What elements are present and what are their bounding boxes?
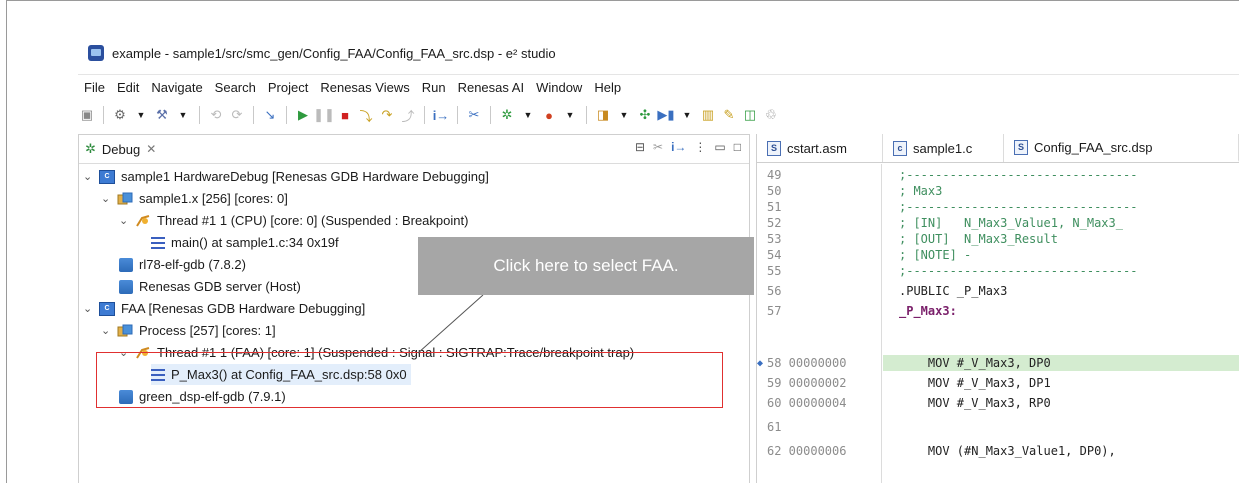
callout-annotation: Click here to select FAA. bbox=[418, 237, 754, 295]
callout-text: Click here to select FAA. bbox=[493, 256, 679, 275]
